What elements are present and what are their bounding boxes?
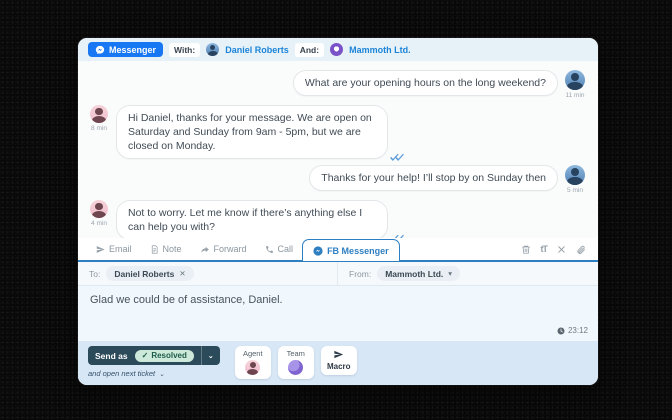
open-next-ticket-label: and open next ticket <box>88 369 156 378</box>
and-label: And: <box>294 42 325 57</box>
chevron-down-icon: ⌄ <box>159 370 165 378</box>
tab-label: Note <box>162 244 182 254</box>
tab-label: FB Messenger <box>327 245 389 256</box>
assigned-agent-avatar <box>245 360 261 375</box>
from-field: From: Mammoth Ltd. ▾ <box>338 262 461 285</box>
draft-text: Glad we could be of assistance, Daniel. <box>90 294 283 306</box>
recipient-name: Daniel Roberts <box>114 268 175 279</box>
from-account-select[interactable]: Mammoth Ltd. ▾ <box>377 266 461 281</box>
tab-forward[interactable]: Forward <box>191 238 256 260</box>
message-bubble: Hi Daniel, thanks for your message. We a… <box>116 105 388 159</box>
conversation-header: Messenger With: Daniel Roberts And: Mamm… <box>78 38 598 61</box>
from-label: From: <box>349 268 372 279</box>
tab-call[interactable]: Call <box>256 238 303 260</box>
open-next-ticket-toggle[interactable]: and open next ticket ⌄ <box>88 369 220 378</box>
draft-time-text: 23:12 <box>567 326 588 335</box>
company-name-link[interactable]: Mammoth Ltd. <box>349 45 411 55</box>
composer-tabbar: Email Note Forward Call FB Messenger tT <box>78 238 598 262</box>
messenger-icon <box>95 45 105 54</box>
draft-timestamp: 23:12 <box>557 326 588 335</box>
text-format-icon[interactable]: tT <box>541 244 548 254</box>
app-window: Messenger With: Daniel Roberts And: Mamm… <box>78 38 598 385</box>
contact-name-link[interactable]: Daniel Roberts <box>225 45 289 55</box>
to-recipient-chip[interactable]: Daniel Roberts ✕ <box>106 266 194 281</box>
status-label: Resolved <box>151 351 187 360</box>
contact-avatar <box>206 43 220 56</box>
message-bubble: Thanks for your help! I’ll stop by on Su… <box>309 165 558 191</box>
channel-badge-label: Messenger <box>109 44 157 55</box>
messenger-icon <box>313 245 323 256</box>
draft-input[interactable]: Glad we could be of assistance, Daniel. … <box>78 286 598 341</box>
message-bubble: What are your opening hours on the long … <box>292 70 558 96</box>
tab-email[interactable]: Email <box>87 238 141 260</box>
phone-icon <box>265 245 273 253</box>
agent-assign-card[interactable]: Agent <box>234 346 271 379</box>
tab-label: Email <box>109 244 132 254</box>
clock-icon <box>557 327 565 334</box>
send-group: Send as ✓ Resolved ⌄ and open next ticke… <box>88 346 220 378</box>
close-icon[interactable] <box>557 245 566 254</box>
customer-avatar <box>565 70 585 90</box>
tab-note[interactable]: Note <box>141 238 191 260</box>
message-time: 4 min <box>91 220 107 227</box>
channel-badge-messenger[interactable]: Messenger <box>88 42 164 57</box>
status-badge: ✓ Resolved <box>134 349 194 362</box>
trash-icon[interactable] <box>521 244 531 255</box>
forward-icon <box>200 246 209 253</box>
recipients-row: To: Daniel Roberts ✕ From: Mammoth Ltd. … <box>78 262 598 286</box>
assigned-team-avatar <box>288 360 304 375</box>
chat-message: 4 min Not to worry. Let me know if there… <box>88 200 586 238</box>
message-bubble: Not to worry. Let me know if there’s any… <box>116 200 388 238</box>
composer-tools: tT <box>521 244 590 255</box>
send-options-chevron[interactable]: ⌄ <box>200 346 220 365</box>
message-time: 11 min <box>565 92 585 99</box>
tab-fb-messenger[interactable]: FB Messenger <box>302 239 400 261</box>
from-account-name: Mammoth Ltd. <box>385 268 444 279</box>
team-label: Team <box>286 349 305 358</box>
agent-label: Agent <box>242 349 263 358</box>
send-as-button[interactable]: Send as ✓ Resolved ⌄ <box>88 346 220 365</box>
backdrop: Messenger With: Daniel Roberts And: Mamm… <box>0 0 672 420</box>
to-label: To: <box>89 268 101 279</box>
chat-message: 8 min Hi Daniel, thanks for your message… <box>88 105 586 162</box>
with-label: With: <box>169 42 201 57</box>
remove-recipient-icon[interactable]: ✕ <box>179 269 185 278</box>
send-email-icon <box>96 245 105 253</box>
check-icon: ✓ <box>141 351 149 360</box>
to-field: To: Daniel Roberts ✕ <box>78 262 338 285</box>
tab-label: Call <box>277 244 294 254</box>
attachment-icon[interactable] <box>576 244 586 255</box>
read-receipt-icon <box>390 234 405 238</box>
team-assign-card[interactable]: Team <box>277 346 314 379</box>
message-time: 8 min <box>91 125 107 132</box>
macro-send-icon <box>334 350 344 359</box>
customer-avatar <box>565 165 585 185</box>
send-as-label: Send as <box>95 350 128 361</box>
action-bar: Send as ✓ Resolved ⌄ and open next ticke… <box>78 341 598 385</box>
agent-avatar <box>90 200 108 218</box>
tab-label: Forward <box>213 244 247 254</box>
macro-button[interactable]: Macro <box>320 346 357 375</box>
macro-label: Macro <box>326 362 351 371</box>
chat-message: What are your opening hours on the long … <box>88 70 586 99</box>
message-time: 5 min <box>567 187 583 194</box>
chat-transcript: What are your opening hours on the long … <box>78 61 598 238</box>
company-avatar <box>330 43 344 56</box>
chat-message: Thanks for your help! I’ll stop by on Su… <box>88 165 586 194</box>
chevron-down-icon: ▾ <box>448 269 453 278</box>
read-receipt-icon <box>390 153 405 162</box>
note-icon <box>151 244 158 254</box>
agent-avatar <box>90 105 108 123</box>
